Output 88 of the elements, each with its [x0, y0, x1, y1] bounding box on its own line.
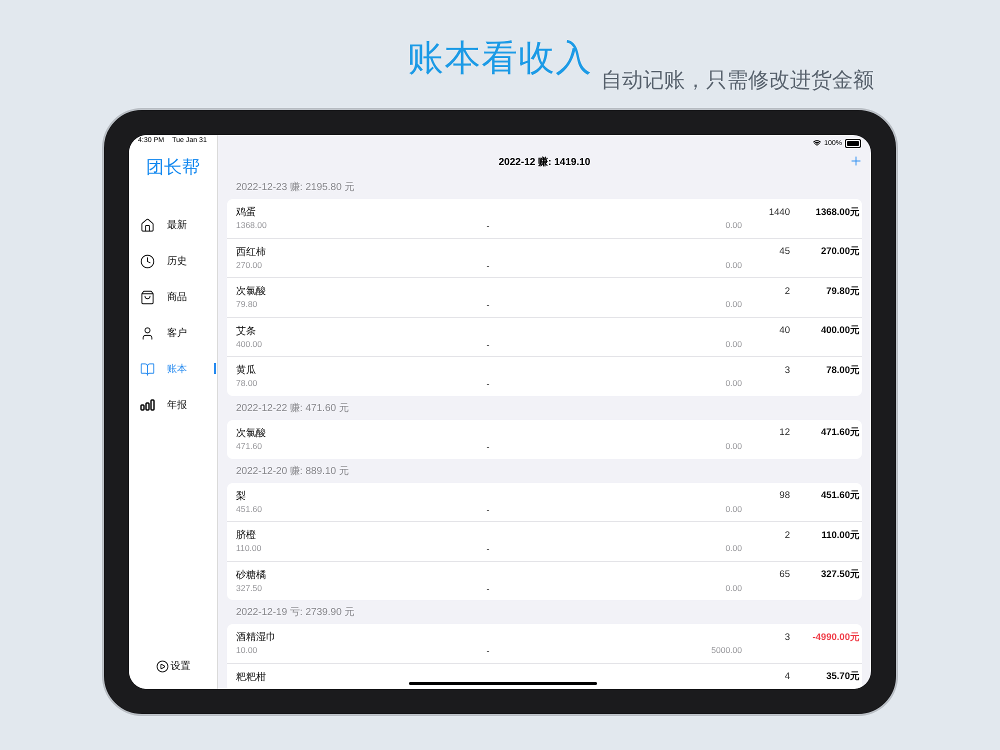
dash: - — [486, 582, 490, 595]
bag-icon — [140, 290, 155, 304]
item-price: 400.00 — [236, 338, 263, 351]
bar-chart-icon — [140, 399, 155, 411]
item-name: 鸡蛋 — [236, 206, 257, 219]
wifi-icon — [813, 139, 822, 147]
item-amount: 471.60元 — [820, 426, 860, 440]
section-header: 2022-12-20 赚: 889.10 元 — [235, 464, 350, 479]
sidebar-item[interactable]: 客户 — [129, 315, 217, 351]
headline: 账本看收入 — [408, 36, 592, 80]
item-name: 艾条 — [236, 324, 257, 338]
item-price: 327.50 — [236, 582, 263, 595]
item-price: 78.00 — [236, 378, 258, 390]
item-quantity: 12 — [778, 427, 790, 438]
item-price: 10.00 — [236, 645, 258, 658]
subheadline: 自动记账，只需修改进货金额 — [601, 68, 874, 94]
item-cost: 0.00 — [724, 582, 742, 595]
dash: - — [486, 260, 490, 272]
item-cost: 0.00 — [724, 504, 742, 516]
dash: - — [486, 338, 490, 351]
selection-indicator — [214, 363, 216, 374]
item-cost: 0.00 — [724, 338, 742, 351]
item-cost: 0.00 — [724, 220, 742, 232]
sidebar-item[interactable]: 商品 — [129, 279, 217, 315]
item-price: 110.00 — [236, 543, 262, 556]
item-quantity: 65 — [778, 569, 790, 580]
item-amount: 1368.00元 — [814, 206, 860, 218]
item-amount: 79.80元 — [825, 284, 860, 298]
battery-icon — [845, 138, 861, 148]
item-quantity: 45 — [778, 246, 790, 258]
item-quantity: 98 — [778, 490, 790, 502]
item-price: 79.80 — [236, 299, 258, 312]
item-name: 次氯酸 — [236, 285, 267, 298]
section-header: 2022-12-19 亏: 2739.90 元 — [235, 606, 356, 620]
item-quantity: 2 — [784, 286, 790, 297]
item-amount: 327.50元 — [820, 568, 860, 582]
add-button[interactable] — [849, 154, 863, 168]
item-name: 黄瓜 — [236, 364, 257, 378]
item-cost: 0.00 — [724, 378, 742, 390]
settings-button[interactable]: 设置 — [129, 659, 217, 673]
item-quantity: 3 — [784, 364, 790, 376]
user-icon — [140, 326, 155, 340]
item-price: 270.00 — [236, 260, 263, 272]
dash: - — [486, 543, 490, 556]
item-amount: 110.00元 — [820, 528, 860, 542]
item-quantity: 1440 — [768, 206, 790, 218]
item-cost: 0.00 — [724, 299, 742, 312]
settings-icon — [156, 660, 168, 672]
item-amount: 400.00元 — [820, 324, 860, 338]
item-name: 次氯酸 — [236, 426, 267, 440]
sidebar-item[interactable]: 历史 — [129, 243, 217, 279]
item-name: 酒精湿巾 — [236, 630, 277, 644]
item-cost: 0.00 — [724, 543, 742, 556]
book-icon — [140, 362, 155, 376]
item-price: 1368.00 — [236, 220, 268, 232]
item-price: 471.60 — [236, 440, 263, 453]
item-amount: -4990.00元 — [811, 630, 860, 644]
dash: - — [486, 299, 490, 312]
sidebar-item[interactable]: 年报 — [129, 387, 217, 423]
section-header: 2022-12-22 赚: 471.60 元 — [235, 402, 350, 416]
clock-icon — [140, 254, 155, 268]
dash: - — [486, 645, 490, 658]
item-name: 粑粑柑 — [236, 670, 267, 684]
dash: - — [486, 378, 490, 390]
item-cost: 0.00 — [724, 260, 742, 272]
item-name: 梨 — [236, 490, 247, 503]
home-icon — [140, 218, 155, 232]
dash: - — [486, 504, 490, 516]
app-logo: 团长帮 — [145, 156, 201, 179]
item-amount: 451.60元 — [820, 489, 860, 502]
item-cost: 0.00 — [724, 440, 742, 453]
item-name: 脐橙 — [236, 528, 257, 542]
item-quantity: 40 — [778, 325, 790, 336]
dash: - — [486, 440, 490, 453]
item-amount: 270.00元 — [820, 245, 860, 258]
item-quantity: 3 — [784, 632, 790, 643]
item-name: 砂糖橘 — [236, 568, 267, 582]
item-name: 西红柿 — [236, 246, 267, 259]
sidebar-item[interactable]: 最新 — [129, 207, 217, 243]
item-quantity: 2 — [784, 530, 790, 541]
item-cost: 5000.00 — [710, 645, 742, 658]
item-quantity: 4 — [784, 671, 790, 682]
section-header: 2022-12-23 赚: 2195.80 元 — [235, 180, 356, 195]
item-price: 451.60 — [236, 504, 263, 516]
item-amount: 35.70元 — [825, 670, 860, 684]
item-amount: 78.00元 — [825, 364, 860, 377]
nav-title: 2022-12 赚: 1419.10 — [498, 155, 590, 169]
dash: - — [486, 220, 490, 232]
